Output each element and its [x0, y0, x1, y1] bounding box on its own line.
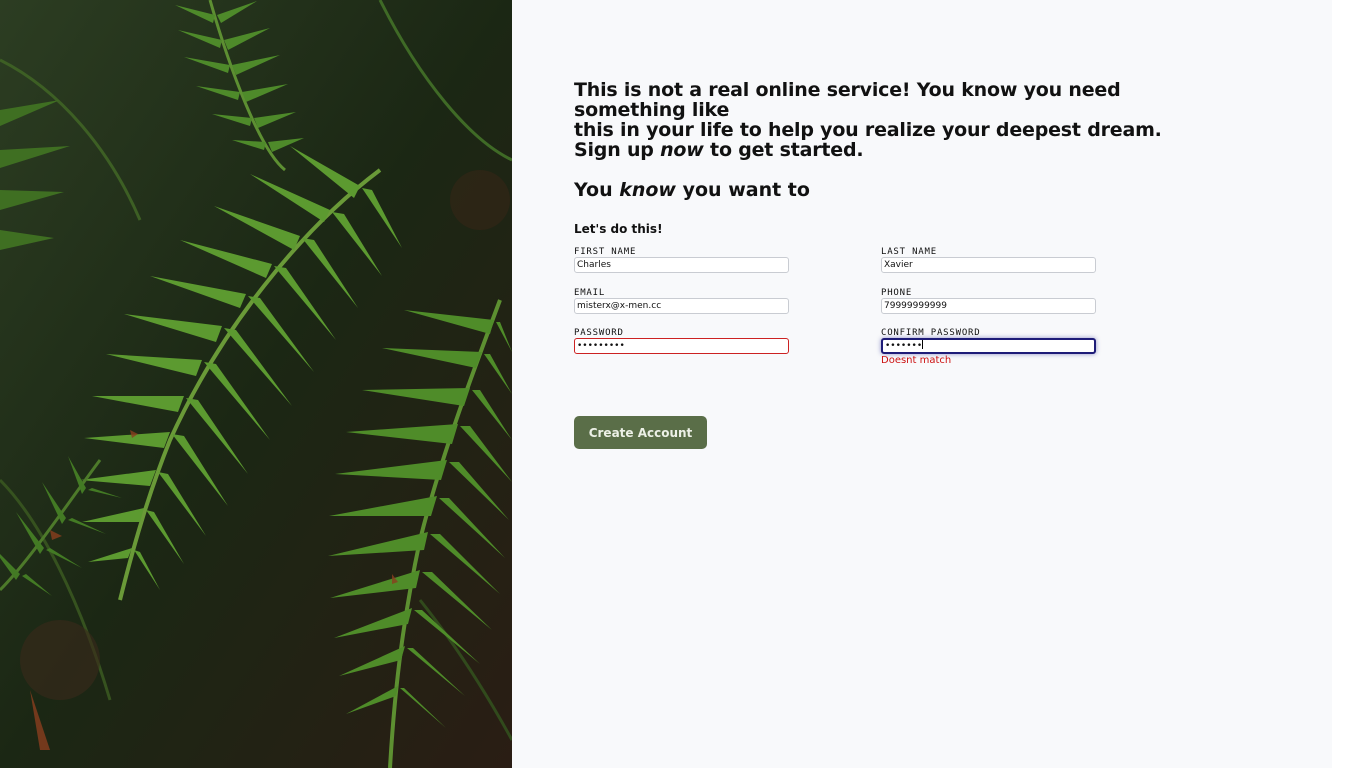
create-account-button[interactable]: Create Account	[574, 416, 707, 449]
last-name-group: LAST NAME Xavier	[881, 247, 1096, 273]
fern-hero-image	[0, 0, 512, 768]
confirm-password-label: CONFIRM PASSWORD	[881, 328, 981, 338]
last-name-input[interactable]: Xavier	[881, 257, 1096, 273]
page-gutter	[1332, 0, 1366, 768]
password-label: PASSWORD	[574, 328, 624, 338]
confirm-password-input[interactable]: •••••••	[881, 338, 1096, 354]
first-name-input[interactable]: Charles	[574, 257, 789, 273]
signup-page: This is not a real online service! You k…	[0, 0, 1366, 768]
phone-group: PHONE 79999999999	[881, 288, 1096, 314]
tagline-emphasis: know	[619, 179, 676, 201]
signup-content: This is not a real online service! You k…	[574, 80, 1214, 367]
confirm-password-error: Doesnt match	[881, 355, 952, 366]
tagline: You know you want to	[574, 180, 1214, 200]
last-name-label: LAST NAME	[881, 247, 937, 257]
confirm-password-value: •••••••	[885, 341, 923, 351]
intro-line-3-before: Sign up	[574, 139, 661, 161]
text-caret	[922, 340, 924, 349]
first-name-label: FIRST NAME	[574, 247, 637, 257]
email-label: EMAIL	[574, 288, 606, 298]
intro-text: This is not a real online service! You k…	[574, 80, 1214, 160]
email-input[interactable]: misterx@x-men.cc	[574, 298, 789, 314]
email-group: EMAIL misterx@x-men.cc	[574, 288, 789, 314]
intro-line-3-emphasis: now	[660, 139, 704, 161]
tagline-before: You	[574, 179, 620, 201]
form-subheading: Let's do this!	[574, 222, 663, 236]
first-name-group: FIRST NAME Charles	[574, 247, 789, 273]
intro-line-3-after: to get started.	[703, 139, 864, 161]
signup-form: FIRST NAME Charles LAST NAME Xavier EMAI…	[574, 247, 1214, 367]
phone-label: PHONE	[881, 288, 913, 298]
password-group: PASSWORD •••••••••	[574, 328, 789, 354]
signup-panel: This is not a real online service! You k…	[512, 0, 1332, 768]
phone-input[interactable]: 79999999999	[881, 298, 1096, 314]
intro-line-1: This is not a real online service! You k…	[574, 79, 1121, 121]
tagline-after: you want to	[676, 179, 810, 201]
confirm-password-group: CONFIRM PASSWORD ••••••• Doesnt match	[881, 328, 1096, 367]
intro-line-2: this in your life to help you realize yo…	[574, 119, 1162, 141]
password-input[interactable]: •••••••••	[574, 338, 789, 354]
